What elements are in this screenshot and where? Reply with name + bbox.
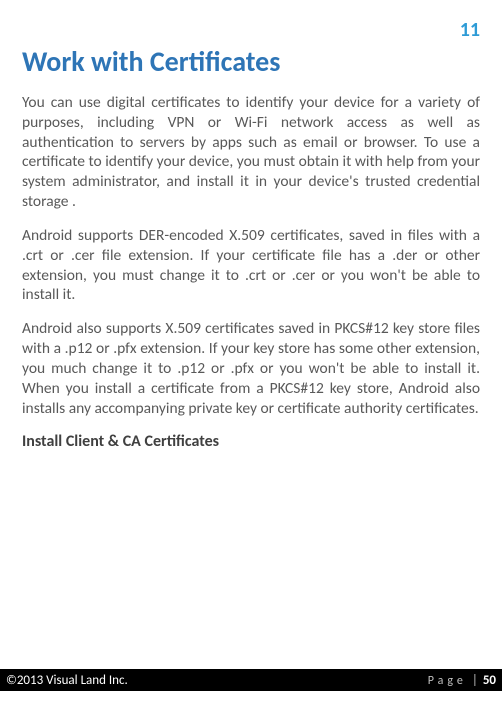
body-paragraph-3: Android also supports X.509 certificates… (22, 319, 480, 418)
section-number: 11 (22, 18, 480, 42)
body-paragraph-2: Android supports DER-encoded X.509 certi… (22, 226, 480, 305)
footer-page-label: Page (428, 674, 467, 688)
footer-page-info: Page | 50 (428, 673, 496, 688)
footer-page-separator: | (472, 673, 478, 688)
footer-page-number: 50 (483, 673, 496, 688)
page-title: Work with Certificates (22, 44, 480, 79)
body-paragraph-1: You can use digital certificates to iden… (22, 93, 480, 212)
subsection-title: Install Client & CA Certificates (22, 432, 480, 451)
document-page: 11 Work with Certificates You can use di… (0, 0, 502, 713)
page-footer: ©2013 Visual Land Inc. Page | 50 (0, 669, 502, 691)
footer-copyright: ©2013 Visual Land Inc. (6, 673, 128, 688)
